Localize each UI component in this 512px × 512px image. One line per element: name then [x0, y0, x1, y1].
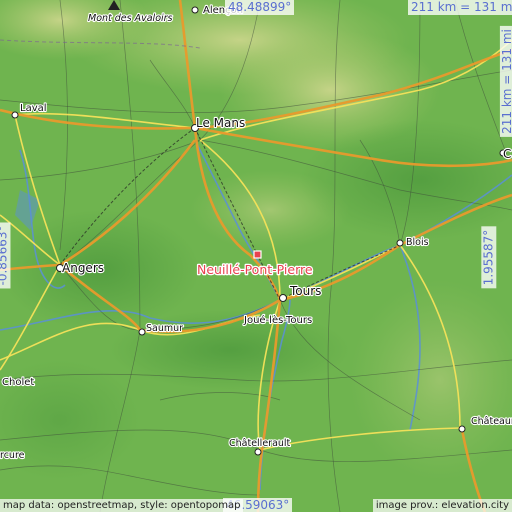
city-dot[interactable]	[11, 111, 19, 119]
scale-right: 211 km = 131 mi	[499, 26, 512, 137]
city-dot[interactable]	[138, 328, 146, 336]
label-laval: Laval	[20, 103, 47, 114]
label-partial-west: rcure	[0, 450, 25, 461]
longitude-right: 1.95587°	[481, 226, 497, 289]
label-highlight: Neuillé-Pont-Pierre	[197, 262, 313, 277]
longitude-left: -0.85663°	[0, 222, 11, 289]
image-provider-text: image prov.: elevation.city	[372, 499, 512, 512]
location-marker[interactable]	[253, 250, 262, 259]
label-chateauroux: Châteauroux	[471, 416, 512, 427]
scale-top: 211 km = 131 mi	[408, 0, 512, 15]
map-canvas[interactable]: Alençon Mont des Avaloirs Le Mans Laval …	[0, 0, 512, 512]
label-blois: Blois	[406, 237, 429, 248]
city-dot[interactable]	[279, 294, 287, 302]
attribution-text: map data: openstreetmap, style: opentopo…	[0, 499, 244, 512]
latitude-top: 48.48899°	[225, 0, 295, 15]
label-angers: Angers	[62, 261, 104, 275]
label-chatellerault: Châtellerault	[229, 438, 291, 449]
city-dot[interactable]	[396, 239, 404, 247]
label-partial-east: C	[503, 147, 511, 161]
label-saumur: Saumur	[146, 323, 183, 334]
map-view[interactable]: Alençon Mont des Avaloirs Le Mans Laval …	[0, 0, 512, 512]
city-dot[interactable]	[458, 425, 466, 433]
label-tours: Tours	[289, 284, 321, 298]
label-le-mans: Le Mans	[196, 116, 245, 130]
city-dot[interactable]	[191, 6, 199, 14]
label-cholet: Cholet	[2, 377, 34, 388]
label-mont-des-avaloirs: Mont des Avaloirs	[88, 13, 173, 24]
city-dot[interactable]	[254, 448, 262, 456]
label-joue-les-tours: Joué-lès-Tours	[243, 314, 312, 326]
